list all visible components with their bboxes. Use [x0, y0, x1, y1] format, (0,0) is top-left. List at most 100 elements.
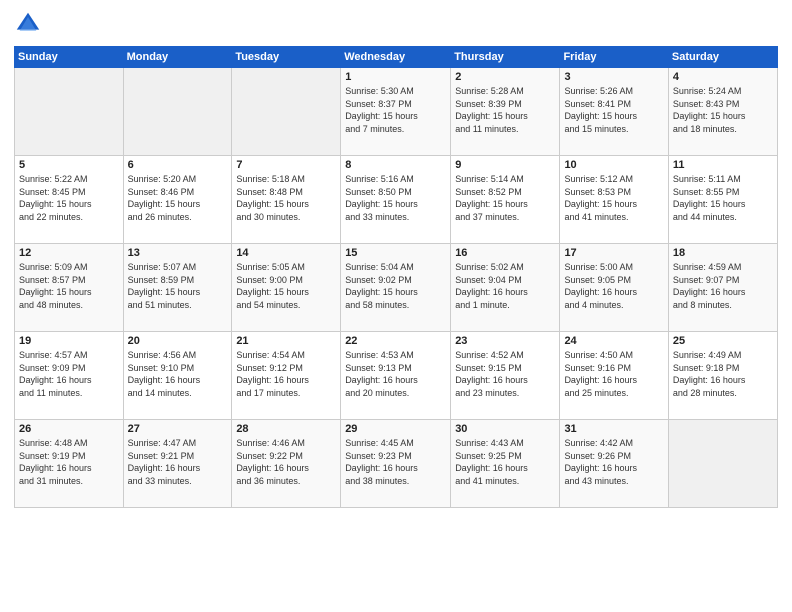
weekday-header-friday: Friday — [560, 47, 668, 68]
week-row-2: 5Sunrise: 5:22 AM Sunset: 8:45 PM Daylig… — [15, 156, 778, 244]
day-number: 16 — [455, 247, 555, 259]
day-number: 11 — [673, 159, 773, 171]
day-info: Sunrise: 5:12 AM Sunset: 8:53 PM Dayligh… — [564, 173, 663, 223]
calendar-cell: 20Sunrise: 4:56 AM Sunset: 9:10 PM Dayli… — [123, 332, 232, 420]
calendar-cell: 8 Sunrise: 5:16 AM Sunset: 8:50 PM Daylig… — [341, 156, 451, 244]
calendar-cell: 16 Sunrise: 5:02 AM Sunset: 9:04 PM Dayli… — [451, 244, 560, 332]
calendar-cell: 11 Sunrise: 5:11 AM Sunset: 8:55 PM Dayli… — [668, 156, 777, 244]
day-number: 3 — [564, 71, 663, 83]
week-row-4: 19 Sunrise: 4:57 AM Sunset: 9:09 PM Dayli… — [15, 332, 778, 420]
day-number: 26 — [19, 423, 119, 435]
calendar: SundayMondayTuesdayWednesdayThursdayFrid… — [14, 46, 778, 508]
day-info: Sunrise: 4:52 AM Sunset: 9:15 PM Dayligh… — [455, 349, 555, 399]
calendar-cell: 23 Sunrise: 4:52 AM Sunset: 9:15 PM Dayli… — [451, 332, 560, 420]
day-info: Sunrise: 4:48 AM Sunset: 9:19 PM Dayligh… — [19, 437, 119, 487]
day-info: Sunrise: 5:09 AM Sunset: 8:57 PM Dayligh… — [19, 261, 119, 311]
calendar-cell — [123, 68, 232, 156]
day-number: 13 — [128, 247, 228, 259]
day-number: 4 — [673, 71, 773, 83]
day-number: 30 — [455, 423, 555, 435]
calendar-cell: 7 Sunrise: 5:18 AM Sunset: 8:48 PM Daylig… — [232, 156, 341, 244]
day-info: Sunrise: 5:18 AM Sunset: 8:48 PM Dayligh… — [236, 173, 336, 223]
day-number: 12 — [19, 247, 119, 259]
day-info: Sunrise: 5:22 AM Sunset: 8:45 PM Dayligh… — [19, 173, 119, 223]
calendar-cell — [232, 68, 341, 156]
day-number: 20 — [128, 335, 228, 347]
day-info: Sunrise: 4:43 AM Sunset: 9:25 PM Dayligh… — [455, 437, 555, 487]
day-info: Sunrise: 5:20 AM Sunset: 8:46 PM Dayligh… — [128, 173, 228, 223]
weekday-header-row: SundayMondayTuesdayWednesdayThursdayFrid… — [15, 47, 778, 68]
calendar-cell: 18 Sunrise: 4:59 AM Sunset: 9:07 PM Dayli… — [668, 244, 777, 332]
header — [14, 10, 778, 38]
calendar-cell — [668, 420, 777, 508]
day-number: 19 — [19, 335, 119, 347]
calendar-cell: 28 Sunrise: 4:46 AM Sunset: 9:22 PM Dayli… — [232, 420, 341, 508]
week-row-3: 12 Sunrise: 5:09 AM Sunset: 8:57 PM Dayli… — [15, 244, 778, 332]
calendar-cell: 3 Sunrise: 5:26 AM Sunset: 8:41 PM Daylig… — [560, 68, 668, 156]
calendar-cell: 10 Sunrise: 5:12 AM Sunset: 8:53 PM Dayli… — [560, 156, 668, 244]
calendar-cell: 26 Sunrise: 4:48 AM Sunset: 9:19 PM Dayli… — [15, 420, 124, 508]
day-info: Sunrise: 5:04 AM Sunset: 9:02 PM Dayligh… — [345, 261, 446, 311]
day-info: Sunrise: 4:50 AM Sunset: 9:16 PM Dayligh… — [564, 349, 663, 399]
day-number: 25 — [673, 335, 773, 347]
day-number: 27 — [128, 423, 228, 435]
calendar-cell — [15, 68, 124, 156]
day-info: Sunrise: 5:07 AM Sunset: 8:59 PM Dayligh… — [128, 261, 228, 311]
day-info: Sunrise: 5:02 AM Sunset: 9:04 PM Dayligh… — [455, 261, 555, 311]
day-info: Sunrise: 4:42 AM Sunset: 9:26 PM Dayligh… — [564, 437, 663, 487]
calendar-cell: 17Sunrise: 5:00 AM Sunset: 9:05 PM Dayli… — [560, 244, 668, 332]
day-info: Sunrise: 5:11 AM Sunset: 8:55 PM Dayligh… — [673, 173, 773, 223]
weekday-header-saturday: Saturday — [668, 47, 777, 68]
calendar-cell: 25Sunrise: 4:49 AM Sunset: 9:18 PM Dayli… — [668, 332, 777, 420]
day-info: Sunrise: 4:54 AM Sunset: 9:12 PM Dayligh… — [236, 349, 336, 399]
calendar-cell: 27 Sunrise: 4:47 AM Sunset: 9:21 PM Dayli… — [123, 420, 232, 508]
day-info: Sunrise: 4:53 AM Sunset: 9:13 PM Dayligh… — [345, 349, 446, 399]
calendar-cell: 12 Sunrise: 5:09 AM Sunset: 8:57 PM Dayli… — [15, 244, 124, 332]
day-number: 9 — [455, 159, 555, 171]
weekday-header-tuesday: Tuesday — [232, 47, 341, 68]
calendar-cell: 1Sunrise: 5:30 AM Sunset: 8:37 PM Daylig… — [341, 68, 451, 156]
day-number: 6 — [128, 159, 228, 171]
calendar-cell: 4 Sunrise: 5:24 AM Sunset: 8:43 PM Daylig… — [668, 68, 777, 156]
day-number: 10 — [564, 159, 663, 171]
logo — [14, 10, 46, 38]
calendar-cell: 6 Sunrise: 5:20 AM Sunset: 8:46 PM Daylig… — [123, 156, 232, 244]
calendar-cell: 30 Sunrise: 4:43 AM Sunset: 9:25 PM Dayli… — [451, 420, 560, 508]
calendar-cell: 31 Sunrise: 4:42 AM Sunset: 9:26 PM Dayli… — [560, 420, 668, 508]
day-info: Sunrise: 4:45 AM Sunset: 9:23 PM Dayligh… — [345, 437, 446, 487]
calendar-cell: 22Sunrise: 4:53 AM Sunset: 9:13 PM Dayli… — [341, 332, 451, 420]
calendar-cell: 19 Sunrise: 4:57 AM Sunset: 9:09 PM Dayli… — [15, 332, 124, 420]
day-info: Sunrise: 5:00 AM Sunset: 9:05 PM Dayligh… — [564, 261, 663, 311]
day-number: 18 — [673, 247, 773, 259]
day-number: 1 — [345, 71, 446, 83]
day-info: Sunrise: 4:57 AM Sunset: 9:09 PM Dayligh… — [19, 349, 119, 399]
day-number: 23 — [455, 335, 555, 347]
day-number: 21 — [236, 335, 336, 347]
logo-icon — [14, 10, 42, 38]
day-number: 8 — [345, 159, 446, 171]
day-info: Sunrise: 5:14 AM Sunset: 8:52 PM Dayligh… — [455, 173, 555, 223]
calendar-cell: 15 Sunrise: 5:04 AM Sunset: 9:02 PM Dayli… — [341, 244, 451, 332]
day-number: 31 — [564, 423, 663, 435]
calendar-cell: 9 Sunrise: 5:14 AM Sunset: 8:52 PM Daylig… — [451, 156, 560, 244]
page: SundayMondayTuesdayWednesdayThursdayFrid… — [0, 0, 792, 612]
calendar-cell: 14Sunrise: 5:05 AM Sunset: 9:00 PM Dayli… — [232, 244, 341, 332]
day-info: Sunrise: 5:28 AM Sunset: 8:39 PM Dayligh… — [455, 85, 555, 135]
day-number: 7 — [236, 159, 336, 171]
day-info: Sunrise: 5:24 AM Sunset: 8:43 PM Dayligh… — [673, 85, 773, 135]
weekday-header-monday: Monday — [123, 47, 232, 68]
day-info: Sunrise: 4:47 AM Sunset: 9:21 PM Dayligh… — [128, 437, 228, 487]
weekday-header-sunday: Sunday — [15, 47, 124, 68]
calendar-cell: 29 Sunrise: 4:45 AM Sunset: 9:23 PM Dayli… — [341, 420, 451, 508]
day-info: Sunrise: 4:46 AM Sunset: 9:22 PM Dayligh… — [236, 437, 336, 487]
calendar-cell: 5Sunrise: 5:22 AM Sunset: 8:45 PM Daylig… — [15, 156, 124, 244]
day-info: Sunrise: 5:16 AM Sunset: 8:50 PM Dayligh… — [345, 173, 446, 223]
day-number: 28 — [236, 423, 336, 435]
day-number: 29 — [345, 423, 446, 435]
week-row-1: 1Sunrise: 5:30 AM Sunset: 8:37 PM Daylig… — [15, 68, 778, 156]
calendar-cell: 13 Sunrise: 5:07 AM Sunset: 8:59 PM Dayli… — [123, 244, 232, 332]
day-info: Sunrise: 4:59 AM Sunset: 9:07 PM Dayligh… — [673, 261, 773, 311]
day-info: Sunrise: 5:26 AM Sunset: 8:41 PM Dayligh… — [564, 85, 663, 135]
day-number: 15 — [345, 247, 446, 259]
day-number: 2 — [455, 71, 555, 83]
